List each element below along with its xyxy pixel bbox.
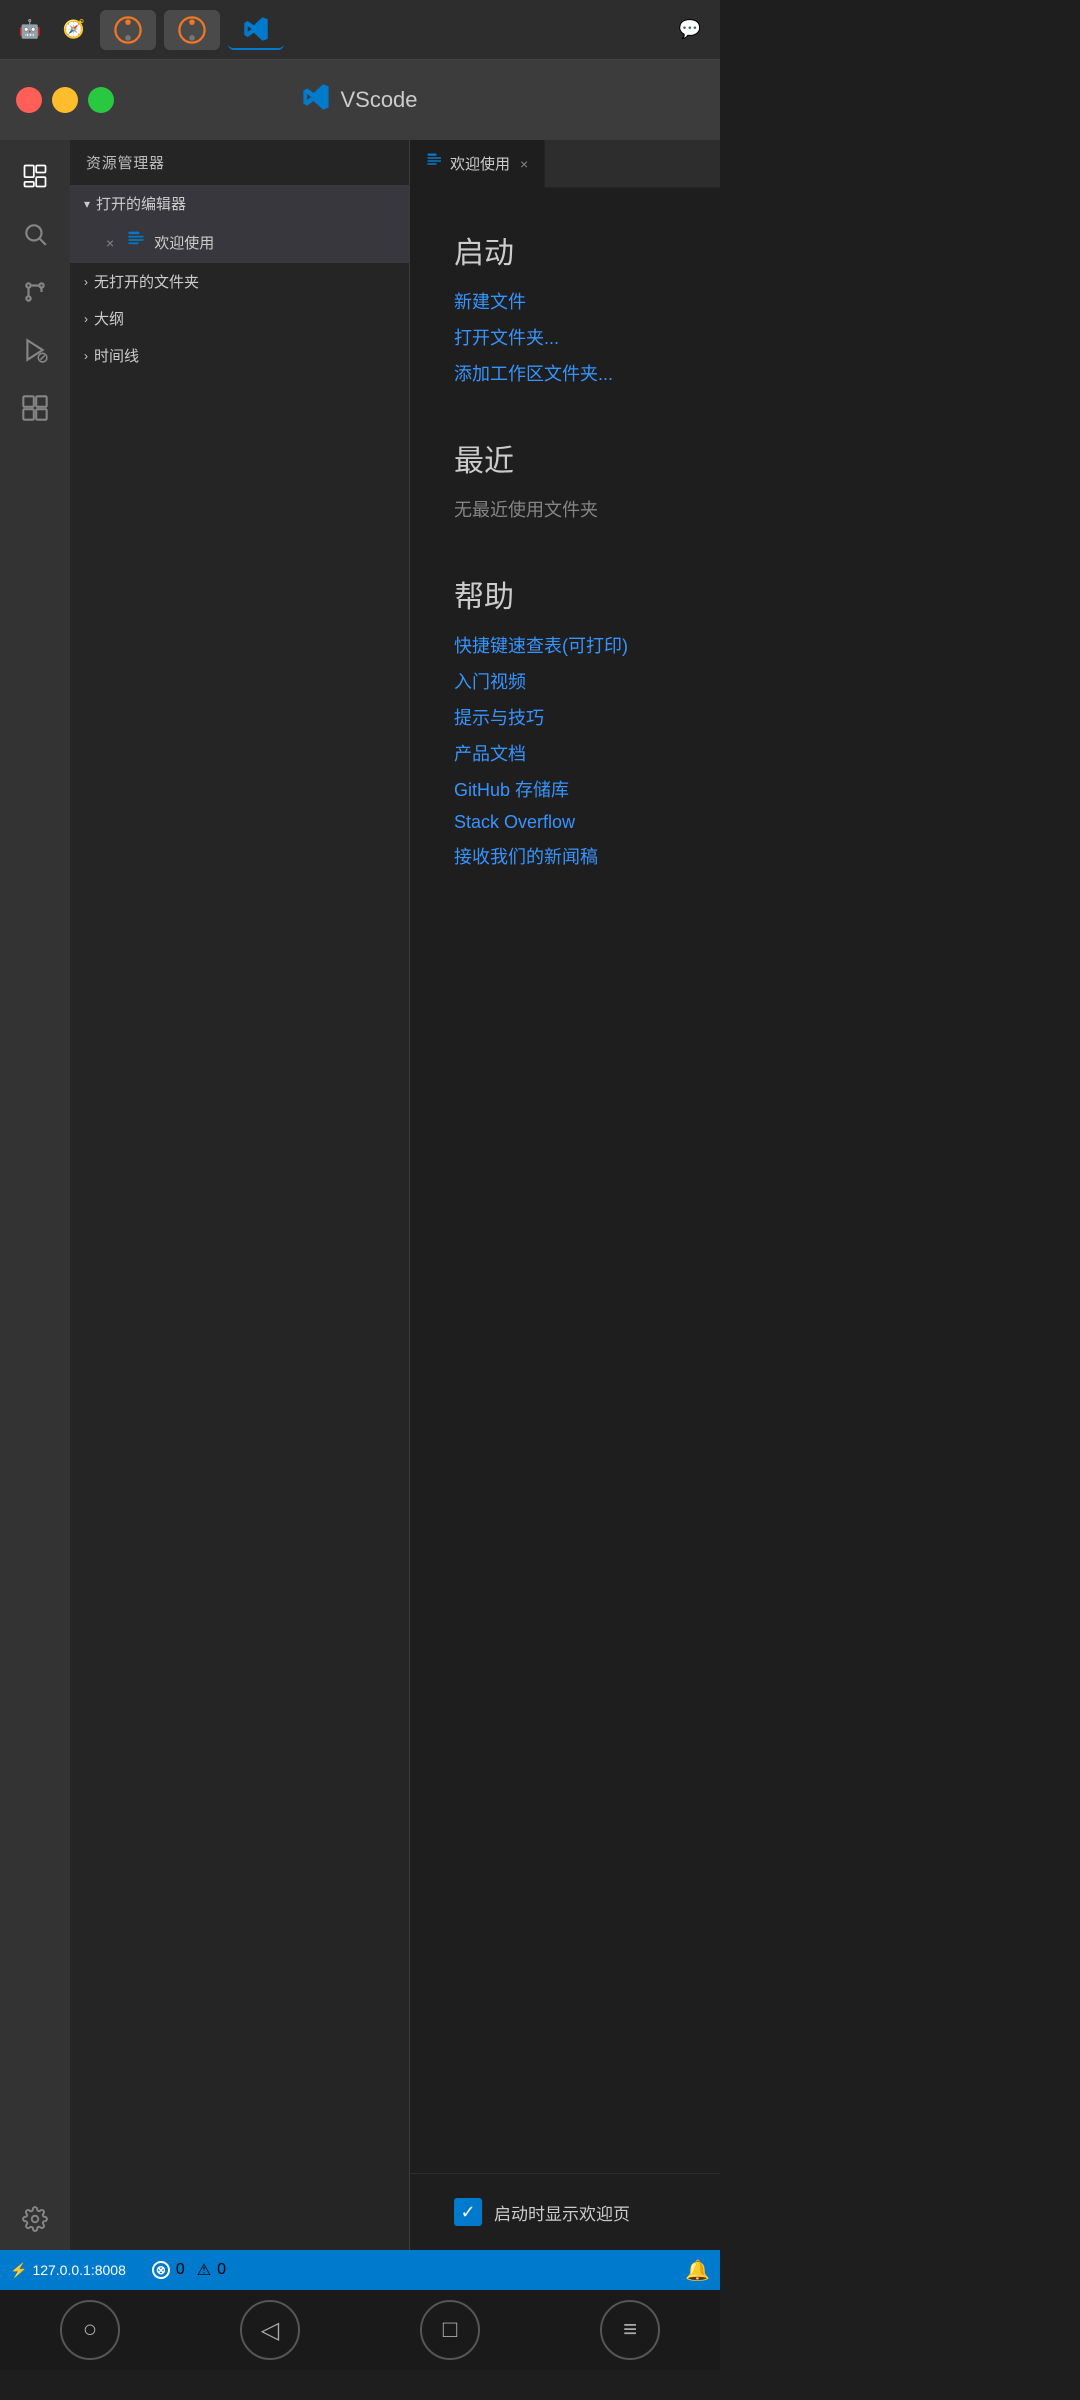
bottom-nav: ○ ◁ □ ≡: [0, 2290, 720, 2370]
home-nav-btn[interactable]: ○: [60, 2300, 120, 2360]
status-port: 127.0.0.1:8008: [32, 2262, 125, 2278]
activity-bar: [0, 140, 70, 2250]
remote-icon: ⚡: [10, 2262, 27, 2279]
activity-explorer[interactable]: [9, 150, 61, 202]
sidebar-header: 资源管理器: [70, 140, 409, 185]
link-intro-videos[interactable]: 入门视频: [454, 668, 676, 694]
vscode-tab[interactable]: [228, 10, 284, 50]
close-button[interactable]: [16, 87, 42, 113]
app-title: VScode: [340, 87, 417, 113]
sidebar: 资源管理器 ▾ 打开的编辑器 × 欢迎使用 › 无打开的文件夹: [70, 140, 410, 2250]
minimize-button[interactable]: [52, 87, 78, 113]
welcome-recent-section: 最近 无最近使用文件夹: [454, 436, 676, 522]
window-controls: [16, 87, 114, 113]
section-no-folder: › 无打开的文件夹: [70, 263, 409, 300]
link-keyboard-shortcut[interactable]: 快捷键速查表(可打印): [454, 632, 676, 658]
section-header-open-editors[interactable]: ▾ 打开的编辑器: [70, 185, 409, 222]
error-icon: ⊗: [152, 2261, 170, 2279]
maximize-button[interactable]: [88, 87, 114, 113]
link-new-file[interactable]: 新建文件: [454, 288, 676, 314]
activity-settings[interactable]: [9, 2198, 61, 2250]
chevron-down-icon: ▾: [84, 197, 90, 211]
safari-icon[interactable]: 🧭: [56, 12, 92, 48]
link-open-folder[interactable]: 打开文件夹...: [454, 324, 676, 350]
section-header-timeline[interactable]: › 时间线: [70, 337, 409, 374]
no-recent-label: 无最近使用文件夹: [454, 496, 676, 522]
tab-file-icon: [426, 152, 444, 175]
file-label-welcome: 欢迎使用: [154, 232, 214, 253]
section-header-outline[interactable]: › 大纲: [70, 300, 409, 337]
activity-git[interactable]: [9, 266, 61, 318]
welcome-help-section: 帮助 快捷键速查表(可打印) 入门视频 提示与技巧 产品文档 GitHub 存储…: [454, 572, 676, 869]
activity-run[interactable]: [9, 324, 61, 376]
status-bar: ⚡ 127.0.0.1:8008 ⊗ 0 ⚠ 0 🔔: [0, 2250, 720, 2290]
chat-icon[interactable]: 💬: [672, 12, 708, 48]
home-icon: ○: [83, 2316, 98, 2344]
link-stack-overflow[interactable]: Stack Overflow: [454, 812, 676, 833]
section-timeline: › 时间线: [70, 337, 409, 374]
section-outline: › 大纲: [70, 300, 409, 337]
chevron-right-icon-3: ›: [84, 349, 88, 363]
show-welcome-checkbox[interactable]: ✓: [454, 2198, 482, 2226]
section-header-no-folder[interactable]: › 无打开的文件夹: [70, 263, 409, 300]
file-item-welcome[interactable]: × 欢迎使用: [70, 222, 409, 263]
section-open-editors: ▾ 打开的编辑器 × 欢迎使用: [70, 185, 409, 263]
back-icon: ◁: [261, 2316, 279, 2345]
menu-icon: ≡: [623, 2316, 637, 2344]
os-top-bar: 🤖 🧭 💬: [0, 0, 720, 60]
show-welcome-label: 启动时显示欢迎页: [494, 2200, 630, 2225]
notification-bell[interactable]: 🔔: [685, 2258, 710, 2283]
help-section-title: 帮助: [454, 572, 676, 616]
checkbox-row: ✓ 启动时显示欢迎页: [410, 2173, 720, 2250]
tab-label: 欢迎使用: [450, 153, 510, 174]
welcome-page: 启动 新建文件 打开文件夹... 添加工作区文件夹... 最近 无最近使用文件夹…: [410, 188, 720, 2173]
tab-close-button[interactable]: ×: [520, 156, 528, 172]
square-nav-btn[interactable]: □: [420, 2300, 480, 2360]
status-remote[interactable]: ⚡ 127.0.0.1:8008: [10, 2262, 126, 2279]
jupyter-tab-1[interactable]: [100, 10, 156, 50]
section-label-outline: 大纲: [94, 308, 124, 329]
activity-extensions[interactable]: [9, 382, 61, 434]
title-bar: VScode: [0, 60, 720, 140]
android-icon[interactable]: 🤖: [12, 12, 48, 48]
link-product-docs[interactable]: 产品文档: [454, 740, 676, 766]
close-icon[interactable]: ×: [106, 235, 114, 251]
warning-icon: ⚠: [197, 2260, 211, 2280]
jupyter-tab-2[interactable]: [164, 10, 220, 50]
link-add-workspace[interactable]: 添加工作区文件夹...: [454, 360, 676, 386]
editor-area: 欢迎使用 × 启动 新建文件 打开文件夹... 添加工作区文件夹... 最近 无…: [410, 140, 720, 2250]
warning-count: 0: [217, 2261, 226, 2279]
back-nav-btn[interactable]: ◁: [240, 2300, 300, 2360]
section-label-timeline: 时间线: [94, 345, 139, 366]
welcome-start-section: 启动 新建文件 打开文件夹... 添加工作区文件夹...: [454, 228, 676, 386]
section-label-open-editors: 打开的编辑器: [96, 193, 186, 214]
section-label-no-folder: 无打开的文件夹: [94, 271, 199, 292]
os-tabs: 🤖 🧭: [12, 10, 284, 50]
start-section-title: 启动: [454, 228, 676, 272]
activity-search[interactable]: [9, 208, 61, 260]
error-count: 0: [176, 2261, 185, 2279]
chevron-right-icon: ›: [84, 275, 88, 289]
os-top-bar-right: 💬: [672, 12, 708, 48]
recent-section-title: 最近: [454, 436, 676, 480]
status-errors[interactable]: ⊗ 0 ⚠ 0: [152, 2260, 226, 2280]
file-type-icon: [126, 230, 146, 255]
editor-tab-bar: 欢迎使用 ×: [410, 140, 720, 188]
link-tips-tricks[interactable]: 提示与技巧: [454, 704, 676, 730]
welcome-tab[interactable]: 欢迎使用 ×: [410, 140, 545, 188]
link-github-repo[interactable]: GitHub 存储库: [454, 776, 676, 802]
square-icon: □: [443, 2316, 458, 2344]
main-layout: 资源管理器 ▾ 打开的编辑器 × 欢迎使用 › 无打开的文件夹: [0, 140, 720, 2250]
app-icon: [302, 83, 330, 118]
link-newsletter[interactable]: 接收我们的新闻稿: [454, 843, 676, 869]
menu-nav-btn[interactable]: ≡: [600, 2300, 660, 2360]
chevron-right-icon-2: ›: [84, 312, 88, 326]
